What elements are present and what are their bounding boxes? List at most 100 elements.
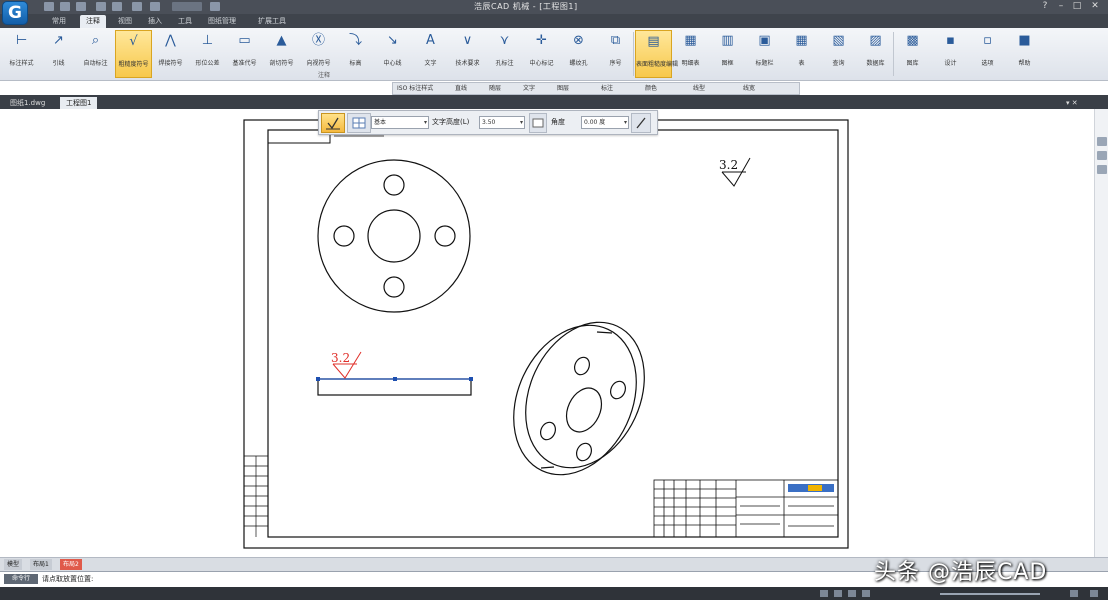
ribbon-tool-5[interactable]: ⋀ 焊接符号 (153, 30, 188, 76)
text-height-select[interactable]: 3.50 ▾ (479, 116, 525, 129)
tab-home[interactable]: 常用 (46, 15, 72, 28)
roughness-symbol-toolbar: 基本 ▾ 文字高度(L) 3.50 ▾ 角度 0.00 度 ▾ (318, 110, 658, 135)
snap-icon[interactable] (820, 590, 828, 597)
ribbon-tool-13[interactable]: ∨ 技术要求 (450, 30, 485, 76)
layout-tab-1[interactable]: 布局1 (30, 559, 52, 570)
tab-sheet-manager[interactable]: 图纸管理 (202, 15, 242, 28)
redo-icon[interactable] (132, 2, 142, 11)
tab-view[interactable]: 视图 (112, 15, 138, 28)
ribbon-tool-label: 中心线 (383, 60, 402, 67)
auto-dim-icon: ⌕ (91, 33, 100, 48)
ribbon-tool-25[interactable]: ▩ 图库 (895, 30, 930, 76)
ribbon-tool-16[interactable]: ⊗ 螺纹孔 (561, 30, 596, 76)
lineweight-select[interactable]: 线宽 (743, 84, 755, 93)
polar-icon[interactable] (862, 590, 870, 597)
ribbon-tool-8[interactable]: ▲ 剖切符号 (264, 30, 299, 76)
grid-toggle-icon[interactable] (834, 590, 842, 597)
maximize-icon[interactable]: □ (1072, 2, 1082, 11)
command-prompt[interactable]: 请点取放置位置: (42, 574, 282, 584)
ribbon-panel: ⊢ 标注样式 ↗ 引线 ⌕ 自动标注 √ 粗糙度符号 ⋀ 焊接符号 ⊥ 形位公差 ▭ 基准代号 ▲ 剖切符号 Ⓧ… (0, 28, 1108, 81)
ribbon-tool-label: 形位公差 (195, 60, 220, 67)
pick-angle-button[interactable] (631, 113, 651, 133)
symbol-type-button[interactable] (529, 113, 547, 133)
tab-annotate[interactable]: 注释 (80, 15, 106, 28)
weld-icon: ⋀ (165, 33, 176, 48)
linetype-select[interactable]: 线型 (693, 84, 705, 93)
doc-tab-drawing1[interactable]: 图纸1.dwg (4, 97, 51, 109)
doc-tab-engineering1[interactable]: 工程图1 (60, 97, 98, 109)
zoom-icon[interactable] (1097, 165, 1107, 174)
dim-select[interactable]: 标注 (601, 84, 613, 93)
close-icon[interactable]: ✕ (1090, 2, 1100, 11)
ribbon-tool-23[interactable]: ▧ 查询 (821, 30, 856, 76)
ribbon-tool-27[interactable]: ▫ 选项 (970, 30, 1005, 76)
ribbon-tool-11[interactable]: ↘ 中心线 (375, 30, 410, 76)
ribbon-tool-19[interactable]: ▦ 明细表 (673, 30, 708, 76)
tab-extensions[interactable]: 扩展工具 (252, 15, 292, 28)
ribbon-tool-26[interactable]: ▪ 设计 (933, 30, 968, 76)
roughness-symbol-button[interactable] (321, 113, 345, 133)
drawing-canvas[interactable]: 3.2 3.2 (0, 109, 1108, 557)
ribbon-tool-17[interactable]: ⧉ 序号 (598, 30, 633, 76)
ribbon-tool-24[interactable]: ▨ 数据库 (858, 30, 893, 76)
ribbon-tool-3[interactable]: ⌕ 自动标注 (78, 30, 113, 76)
undo-icon[interactable] (112, 2, 122, 11)
layout-tab-model[interactable]: 模型 (4, 559, 23, 570)
bylayer-select[interactable]: 随层 (489, 84, 501, 93)
ribbon-tool-18[interactable]: ▤ 表面粗糙度编辑 (635, 30, 678, 78)
dim-style-select[interactable]: ISO 标注样式 (397, 84, 433, 93)
ribbon-tool-10[interactable]: ⤵ 标高 (338, 30, 373, 76)
settings-icon[interactable] (1070, 590, 1078, 597)
symbol-type-icon (532, 118, 544, 128)
roughness-value: 3.2 (719, 158, 738, 172)
ribbon-tool-15[interactable]: ✛ 中心标记 (524, 30, 559, 76)
ribbon-tool-6[interactable]: ⊥ 形位公差 (190, 30, 225, 76)
ribbon-tool-21[interactable]: ▣ 标题栏 (747, 30, 782, 76)
leader-icon: ↗ (53, 33, 64, 48)
app-logo[interactable]: G (2, 1, 28, 25)
minimize-icon[interactable]: – (1056, 2, 1066, 11)
library-icon: ▩ (906, 33, 919, 48)
line-select[interactable]: 直线 (455, 84, 467, 93)
ribbon-tool-4[interactable]: √ 粗糙度符号 (115, 30, 152, 78)
text-select[interactable]: 文字 (523, 84, 535, 93)
dropdown-arrow-icon[interactable] (210, 2, 220, 11)
new-file-icon[interactable] (44, 2, 54, 11)
layout-tab-2[interactable]: 布局2 (60, 559, 82, 570)
tolerance-icon: ⊥ (201, 33, 214, 48)
zoom-slider[interactable] (940, 593, 1040, 595)
tab-tools[interactable]: 工具 (172, 15, 198, 28)
style-select[interactable]: 基本 ▾ (371, 116, 429, 129)
ribbon-tool-22[interactable]: ▦ 表 (784, 30, 819, 76)
fullscreen-icon[interactable] (1090, 590, 1098, 597)
doc-tabs-menu-icon[interactable]: ▾ ✕ (1060, 97, 1084, 109)
ribbon-tool-7[interactable]: ▭ 基准代号 (227, 30, 262, 76)
elevation-icon: ⤵ (348, 33, 362, 48)
ortho-icon[interactable] (848, 590, 856, 597)
ribbon-tool-14[interactable]: ⋎ 孔标注 (487, 30, 522, 76)
save-icon[interactable] (76, 2, 86, 11)
angle-input[interactable]: 0.00 度 ▾ (581, 116, 629, 129)
ribbon-tool-1[interactable]: ⊢ 标注样式 (4, 30, 39, 76)
ribbon-tool-label: 技术要求 (455, 60, 480, 67)
color-select[interactable]: 颜色 (645, 84, 657, 93)
ribbon-tool-28[interactable]: ■ 帮助 (1007, 30, 1042, 76)
view-cube-icon[interactable] (1097, 137, 1107, 146)
ribbon-tool-2[interactable]: ↗ 引线 (41, 30, 76, 76)
layer-select[interactable]: 图层 (557, 84, 569, 93)
tab-insert[interactable]: 插入 (142, 15, 168, 28)
quick-access-icon[interactable] (150, 2, 160, 11)
ribbon-tool-12[interactable]: A 文字 (413, 30, 448, 76)
workspace-dropdown[interactable] (172, 2, 202, 11)
datum-icon: ▭ (238, 33, 251, 48)
style-library-button[interactable] (347, 113, 371, 133)
help-icon[interactable]: ? (1040, 2, 1050, 11)
print-icon[interactable] (96, 2, 106, 11)
open-file-icon[interactable] (60, 2, 70, 11)
ribbon-tool-20[interactable]: ▥ 图框 (710, 30, 745, 76)
pan-icon[interactable] (1097, 151, 1107, 160)
ribbon-tool-label: 基准代号 (232, 60, 257, 67)
thread-icon: ⊗ (573, 33, 584, 48)
angle-label: 角度 (551, 118, 565, 126)
options-icon: ▫ (983, 33, 992, 48)
